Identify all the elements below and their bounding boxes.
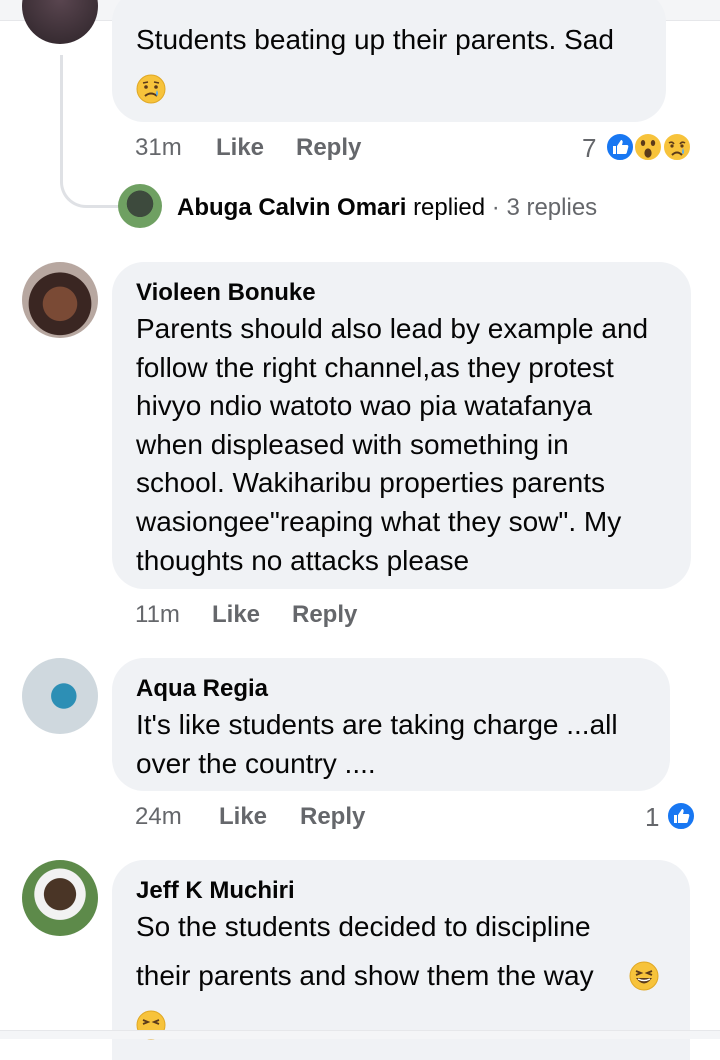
- comment-text-line: their parents and show them the way: [136, 960, 594, 991]
- laughing-emoji: [629, 961, 659, 991]
- separator-dot: ·: [491, 194, 500, 221]
- comment-text-line: Parents should also lead by example and: [136, 313, 649, 344]
- reply-button[interactable]: Reply: [292, 601, 357, 629]
- like-button[interactable]: Like: [219, 803, 267, 831]
- comment-text-line: So the students decided to discipline: [136, 911, 591, 942]
- comment-text-line: It's like students are taking charge ...…: [136, 709, 618, 740]
- comment-text-line: over the country ....: [136, 747, 376, 779]
- reply-button[interactable]: Reply: [296, 134, 361, 162]
- avatar[interactable]: [118, 184, 162, 228]
- avatar[interactable]: [22, 262, 98, 338]
- comment-time: 24m: [135, 803, 182, 830]
- comment-text-line: thoughts no attacks please: [136, 544, 470, 576]
- reaction-count[interactable]: 7: [582, 133, 596, 164]
- like-button[interactable]: Like: [216, 134, 264, 162]
- comment-text-line: follow the right channel,as they protest: [136, 351, 614, 383]
- like-reaction-icon[interactable]: [605, 132, 635, 162]
- comment-time: 31m: [135, 134, 182, 161]
- like-reaction-icon[interactable]: [666, 801, 696, 831]
- comment-author[interactable]: Aqua Regia: [136, 675, 268, 703]
- avatar[interactable]: [22, 860, 98, 936]
- view-replies-link[interactable]: Abuga Calvin Omari replied · 3 replies: [177, 194, 597, 222]
- replies-count: 3 replies: [506, 194, 598, 221]
- comment-bubble: Students beating up their parents. Sad: [112, 0, 666, 122]
- reaction-count[interactable]: 1: [645, 802, 659, 833]
- reply-button[interactable]: Reply: [300, 803, 365, 831]
- comment-text-line: when displeased with something in: [136, 428, 569, 460]
- comment-time: 11m: [135, 601, 180, 628]
- comment-text-line: school. Wakiharibu properties parents: [136, 467, 605, 499]
- avatar[interactable]: [22, 0, 98, 44]
- sad-reaction-icon[interactable]: [662, 132, 692, 162]
- comment-text: Students beating up their parents. Sad: [136, 24, 614, 55]
- avatar[interactable]: [22, 658, 98, 734]
- comment-bubble: Aqua Regia It's like students are taking…: [112, 658, 670, 791]
- comment-author[interactable]: Violeen Bonuke: [136, 279, 316, 307]
- comment-author[interactable]: Jeff K Muchiri: [136, 877, 295, 905]
- sad-tear-emoji: [136, 74, 166, 104]
- like-button[interactable]: Like: [212, 601, 260, 629]
- reply-author-name: Abuga Calvin Omari: [177, 194, 407, 221]
- comment-text-line: hivyo ndio watoto wao pia watafanya: [136, 390, 593, 422]
- replied-text: replied: [413, 194, 486, 221]
- wow-reaction-icon[interactable]: [633, 132, 663, 162]
- comment-bubble: Violeen Bonuke Parents should also lead …: [112, 262, 691, 589]
- thread-connector-line: [60, 55, 119, 208]
- comment-text-line: wasiongee"reaping what they sow". My: [136, 506, 622, 537]
